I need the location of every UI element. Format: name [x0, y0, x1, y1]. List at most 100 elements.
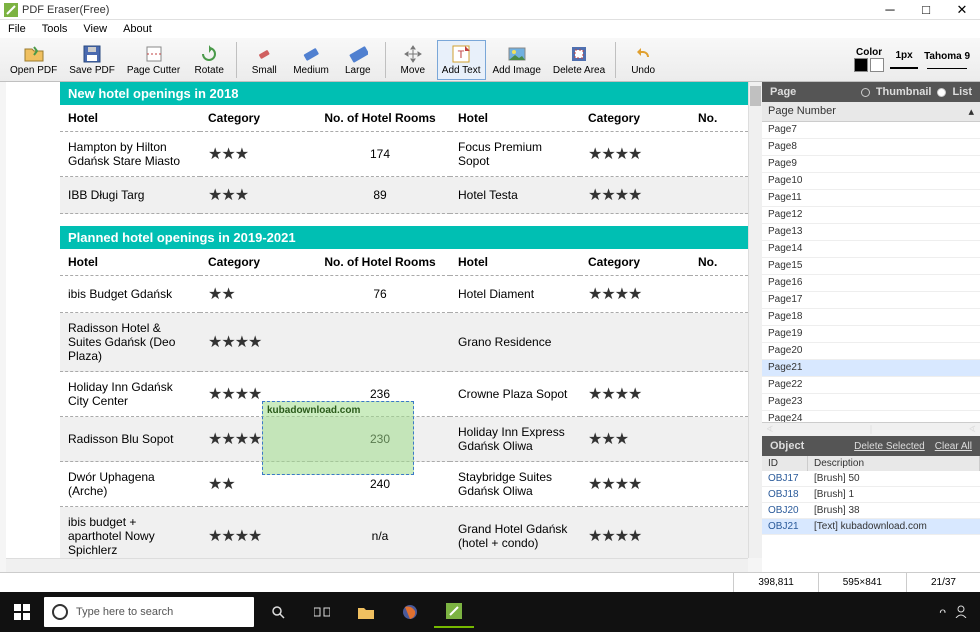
- status-page: 21/37: [906, 573, 980, 592]
- start-button[interactable]: [4, 596, 40, 628]
- section1-header: New hotel openings in 2018: [60, 82, 748, 105]
- menubar: File Tools View About: [0, 20, 980, 38]
- page-item[interactable]: Page19: [762, 326, 980, 343]
- rotate-button[interactable]: Rotate: [187, 40, 231, 80]
- close-button[interactable]: ✕: [948, 1, 976, 19]
- delete-selected-link[interactable]: Delete Selected: [854, 441, 925, 452]
- stroke-width-label[interactable]: 1px: [895, 50, 912, 61]
- maximize-button[interactable]: □: [912, 1, 940, 19]
- undo-button[interactable]: Undo: [621, 40, 665, 80]
- explorer-icon[interactable]: [346, 596, 386, 628]
- rotate-icon: [199, 44, 219, 64]
- page-item[interactable]: Page13: [762, 224, 980, 241]
- statusbar: 398,811 595×841 21/37: [0, 572, 980, 592]
- taskbar: Type here to search ᴖ: [0, 592, 980, 632]
- window-title: PDF Eraser(Free): [22, 4, 876, 16]
- object-list[interactable]: OBJ17[Brush] 50OBJ18[Brush] 1OBJ20[Brush…: [762, 471, 980, 572]
- page-list-hscroll[interactable]: ∢∣∢: [762, 422, 980, 436]
- table-row: Radisson Hotel & Suites Gdańsk (Deo Plaz…: [60, 313, 748, 372]
- pdferaser-taskbar-icon[interactable]: [434, 596, 474, 628]
- page-item[interactable]: Page12: [762, 207, 980, 224]
- clear-all-link[interactable]: Clear All: [935, 441, 972, 452]
- move-button[interactable]: Move: [391, 40, 435, 80]
- delete-area-button[interactable]: Delete Area: [548, 40, 610, 80]
- font-label[interactable]: Tahoma 9: [924, 51, 970, 62]
- page-item[interactable]: Page15: [762, 258, 980, 275]
- eraser-small-icon: [254, 44, 274, 64]
- cortana-icon: [52, 604, 68, 620]
- delete-area-icon: [569, 44, 589, 64]
- color-label: Color: [856, 47, 882, 58]
- page-item[interactable]: Page8: [762, 139, 980, 156]
- search-placeholder: Type here to search: [76, 606, 173, 618]
- object-row[interactable]: OBJ21[Text] kubadownload.com: [762, 519, 980, 535]
- list-radio[interactable]: [937, 88, 946, 97]
- minimize-button[interactable]: ─: [876, 1, 904, 19]
- cutter-icon: [144, 44, 164, 64]
- vertical-scrollbar[interactable]: [748, 82, 762, 558]
- eraser-medium-icon: [301, 44, 321, 64]
- table-row: ibis budget + aparthotel Nowy Spichlerz★…: [60, 507, 748, 559]
- page-item[interactable]: Page7: [762, 122, 980, 139]
- section1-table: Hotel Category No. of Hotel Rooms Hotel …: [60, 105, 748, 214]
- open-pdf-button[interactable]: Open PDF: [5, 40, 62, 80]
- page-item[interactable]: Page16: [762, 275, 980, 292]
- page-item[interactable]: Page10: [762, 173, 980, 190]
- document-canvas[interactable]: New hotel openings in 2018 Hotel Categor…: [6, 82, 748, 558]
- text-annotation[interactable]: kubadownload.com: [262, 401, 414, 475]
- canvas-area[interactable]: New hotel openings in 2018 Hotel Categor…: [0, 82, 762, 572]
- page-item[interactable]: Page20: [762, 343, 980, 360]
- table-row: ibis Budget Gdańsk★★76Hotel Diament★★★★: [60, 276, 748, 313]
- page-panel-header: Page Thumbnail List: [762, 82, 980, 102]
- titlebar: PDF Eraser(Free) ─ □ ✕: [0, 0, 980, 20]
- eraser-medium-button[interactable]: Medium: [288, 40, 334, 80]
- page-item[interactable]: Page14: [762, 241, 980, 258]
- menu-about[interactable]: About: [123, 23, 152, 35]
- page-cutter-button[interactable]: Page Cutter: [122, 40, 185, 80]
- task-view-button[interactable]: [302, 596, 342, 628]
- add-text-button[interactable]: TAdd Text: [437, 40, 486, 80]
- toolbar: Open PDF Save PDF Page Cutter Rotate Sma…: [0, 38, 980, 82]
- page-list-header[interactable]: Page Number ▴: [762, 102, 980, 122]
- sort-icon: ▴: [968, 105, 974, 118]
- table-row: Hampton by Hilton Gdańsk Stare Miasto★★★…: [60, 132, 748, 177]
- save-pdf-button[interactable]: Save PDF: [64, 40, 120, 80]
- search-icon-button[interactable]: [258, 596, 298, 628]
- color-bg-swatch[interactable]: [870, 58, 884, 72]
- taskbar-search[interactable]: Type here to search: [44, 597, 254, 627]
- eraser-small-button[interactable]: Small: [242, 40, 286, 80]
- save-icon: [82, 44, 102, 64]
- page-item[interactable]: Page18: [762, 309, 980, 326]
- page-item[interactable]: Page11: [762, 190, 980, 207]
- status-pos: 398,811: [733, 573, 817, 592]
- tray-chevron-icon[interactable]: ᴖ: [939, 605, 946, 619]
- people-icon[interactable]: [954, 604, 968, 621]
- object-row[interactable]: OBJ17[Brush] 50: [762, 471, 980, 487]
- text-icon: T: [451, 44, 471, 64]
- menu-file[interactable]: File: [8, 23, 26, 35]
- add-image-button[interactable]: Add Image: [488, 40, 546, 80]
- page-item[interactable]: Page23: [762, 394, 980, 411]
- color-fg-swatch[interactable]: [854, 58, 868, 72]
- page-item[interactable]: Page9: [762, 156, 980, 173]
- thumbnail-radio[interactable]: [861, 88, 870, 97]
- menu-tools[interactable]: Tools: [42, 23, 68, 35]
- page-item[interactable]: Page17: [762, 292, 980, 309]
- object-row[interactable]: OBJ18[Brush] 1: [762, 487, 980, 503]
- page-list[interactable]: Page7Page8Page9Page10Page11Page12Page13P…: [762, 122, 980, 422]
- status-size: 595×841: [818, 573, 906, 592]
- menu-view[interactable]: View: [83, 23, 107, 35]
- page-item[interactable]: Page24: [762, 411, 980, 422]
- horizontal-scrollbar[interactable]: [6, 558, 748, 572]
- right-panel: Page Thumbnail List Page Number ▴ Page7P…: [762, 82, 980, 572]
- image-icon: [507, 44, 527, 64]
- eraser-large-button[interactable]: Large: [336, 40, 380, 80]
- table-row: IBB Długi Targ★★★89Hotel Testa★★★★: [60, 177, 748, 214]
- object-row[interactable]: OBJ20[Brush] 38: [762, 503, 980, 519]
- app-icon: [4, 3, 18, 17]
- page-item[interactable]: Page22: [762, 377, 980, 394]
- object-table-header: ID Description: [762, 456, 980, 471]
- page-item[interactable]: Page21: [762, 360, 980, 377]
- eraser-large-icon: [348, 44, 368, 64]
- firefox-icon[interactable]: [390, 596, 430, 628]
